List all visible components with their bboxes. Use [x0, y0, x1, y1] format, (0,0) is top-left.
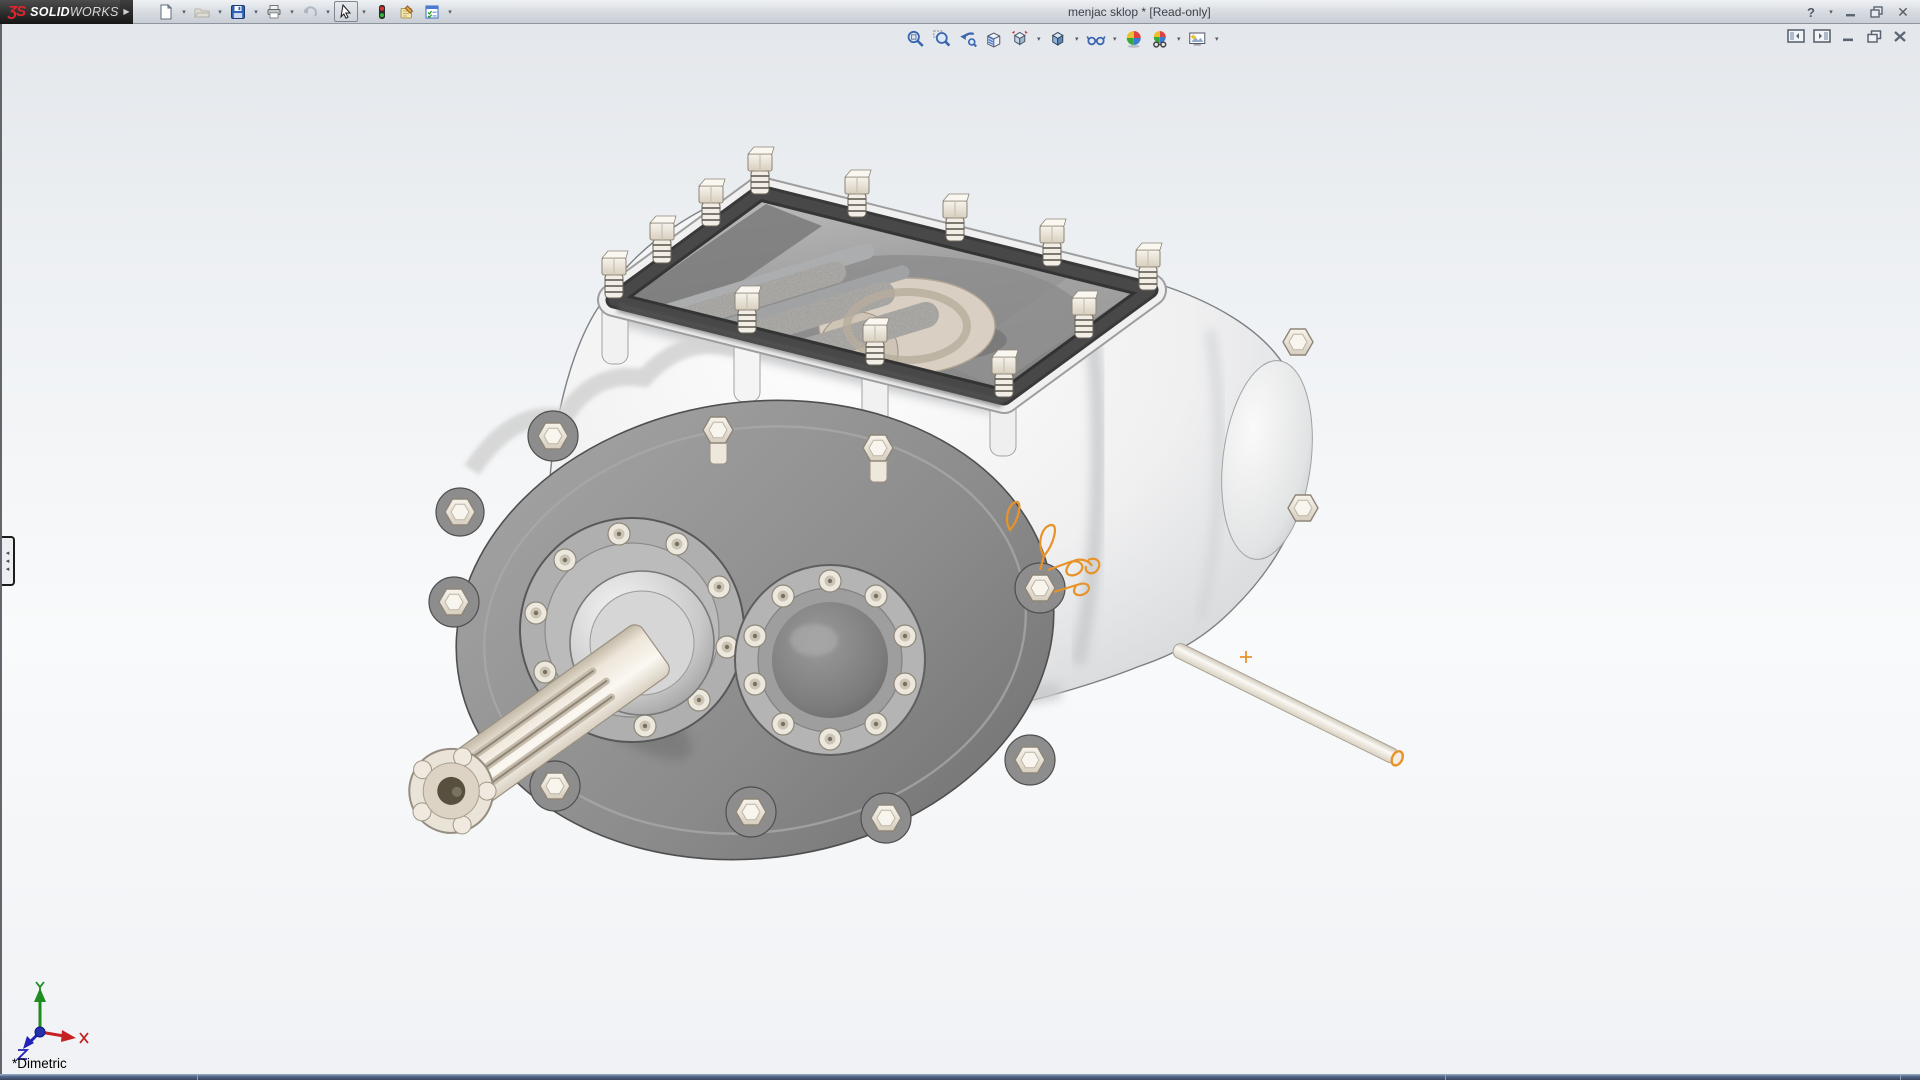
- window-title: menjac sklop * [Read-only]: [1068, 0, 1211, 24]
- status-separator: [1445, 1075, 1446, 1080]
- triad-x-label: [80, 1033, 88, 1043]
- zoom-to-fit-icon: [906, 29, 926, 49]
- brand-solid: SOLID: [30, 5, 70, 19]
- save-button[interactable]: [226, 1, 250, 22]
- edit-appearance-icon: [399, 4, 415, 20]
- status-separator: [1900, 1075, 1901, 1080]
- restore-button[interactable]: [1866, 3, 1888, 21]
- options-checklist-icon: [424, 4, 440, 20]
- close-icon: ✕: [1897, 4, 1909, 21]
- title-bar: ƷS SOLIDWORKS ▶ ▾ ▾ ▾ ▾ ▾ ▾ ▾ men: [0, 0, 1920, 24]
- hide-show-dropdown[interactable]: ▾: [1110, 35, 1120, 43]
- previous-view-icon: [958, 29, 978, 49]
- minimize-button[interactable]: [1840, 3, 1862, 21]
- help-icon: ?: [1807, 5, 1815, 20]
- status-separator: [197, 1075, 198, 1080]
- collapse-left-pane-button[interactable]: [1786, 28, 1806, 44]
- display-style-button[interactable]: [1046, 27, 1070, 51]
- view-orientation-dropdown[interactable]: ▾: [1034, 35, 1044, 43]
- collapse-arrow-icon: ◂: [6, 566, 10, 573]
- close-document-button[interactable]: [1890, 28, 1910, 44]
- view-settings-button[interactable]: [1148, 27, 1172, 51]
- minimize-document-icon: [1842, 30, 1855, 42]
- apply-scene-icon: [1124, 29, 1144, 49]
- new-document-icon: [158, 4, 174, 20]
- traffic-light-icon: [374, 4, 390, 20]
- zoom-to-area-button[interactable]: [930, 27, 954, 51]
- options-dropdown[interactable]: ▾: [445, 8, 455, 16]
- main-toolbar: ▾ ▾ ▾ ▾ ▾ ▾ ▾: [154, 1, 455, 22]
- print-dropdown[interactable]: ▾: [287, 8, 297, 16]
- restore-document-button[interactable]: [1864, 28, 1884, 44]
- sketch-point-marker[interactable]: [1240, 651, 1252, 663]
- select-cursor-icon: [338, 4, 354, 20]
- collapse-arrow-icon: ◂: [6, 558, 10, 565]
- apply-scene-button[interactable]: [1122, 27, 1146, 51]
- collapse-arrow-icon: ◂: [6, 550, 10, 557]
- output-bearing-cover[interactable]: [735, 565, 925, 755]
- zoom-to-fit-button[interactable]: [904, 27, 928, 51]
- view-orientation-label: *Dimetric: [12, 1056, 67, 1071]
- save-floppy-icon: [230, 4, 246, 20]
- window-controls: ? ▾ ✕: [1800, 0, 1914, 24]
- open-button[interactable]: [190, 1, 214, 22]
- new-document-button[interactable]: [154, 1, 178, 22]
- interference-check-button[interactable]: [370, 1, 394, 22]
- options-button[interactable]: [420, 1, 444, 22]
- help-dropdown[interactable]: ▾: [1826, 8, 1836, 16]
- open-dropdown[interactable]: ▾: [215, 8, 225, 16]
- graphics-area[interactable]: ▾ ▾ ▾ ▾ ▾: [0, 24, 1920, 1074]
- view-orientation-icon: [1010, 29, 1030, 49]
- hide-show-items-button[interactable]: [1084, 27, 1108, 51]
- minimize-icon: [1845, 6, 1857, 18]
- collapse-right-pane-button[interactable]: [1812, 28, 1832, 44]
- undo-dropdown[interactable]: ▾: [323, 8, 333, 16]
- menu-flyout-arrow[interactable]: ▶: [120, 0, 133, 24]
- document-window-controls: [1786, 28, 1910, 44]
- restore-document-icon: [1867, 30, 1882, 43]
- help-button[interactable]: ?: [1800, 3, 1822, 21]
- gearbox-assembly-model[interactable]: [2, 24, 1920, 1074]
- undo-icon: [302, 4, 318, 20]
- image-options-icon: [1188, 29, 1208, 49]
- status-bar: [0, 1074, 1920, 1080]
- save-dropdown[interactable]: ▾: [251, 8, 261, 16]
- close-button[interactable]: ✕: [1892, 3, 1914, 21]
- selector-rod[interactable]: [1171, 641, 1405, 767]
- close-document-icon: [1893, 30, 1907, 43]
- restore-icon: [1870, 6, 1884, 18]
- image-options-button[interactable]: [1186, 27, 1210, 51]
- undo-button[interactable]: [298, 1, 322, 22]
- new-dropdown[interactable]: ▾: [179, 8, 189, 16]
- feature-tree-splitter-tab[interactable]: ◂ ◂ ◂: [2, 536, 15, 586]
- collapse-right-pane-icon: [1813, 29, 1831, 43]
- section-view-icon: [984, 29, 1004, 49]
- collapse-left-pane-icon: [1787, 29, 1805, 43]
- hide-show-glasses-icon: [1086, 29, 1106, 49]
- minimize-document-button[interactable]: [1838, 28, 1858, 44]
- image-options-dropdown[interactable]: ▾: [1212, 35, 1222, 43]
- section-view-button[interactable]: [982, 27, 1006, 51]
- print-icon: [266, 4, 282, 20]
- display-style-dropdown[interactable]: ▾: [1072, 35, 1082, 43]
- solidworks-logo-mark: ƷS: [8, 3, 25, 20]
- brand-works: WORKS: [70, 5, 119, 19]
- select-tool-button[interactable]: [334, 1, 358, 22]
- edit-appearance-button[interactable]: [395, 1, 419, 22]
- select-dropdown[interactable]: ▾: [359, 8, 369, 16]
- print-button[interactable]: [262, 1, 286, 22]
- zoom-to-area-icon: [932, 29, 952, 49]
- view-settings-dropdown[interactable]: ▾: [1174, 35, 1184, 43]
- previous-view-button[interactable]: [956, 27, 980, 51]
- open-folder-icon: [194, 4, 210, 20]
- flyout-arrow-icon: ▶: [123, 7, 129, 16]
- view-settings-icon: [1150, 29, 1170, 49]
- display-style-icon: [1048, 29, 1068, 49]
- triad-y-label: [36, 982, 44, 992]
- solidworks-logo[interactable]: ƷS SOLIDWORKS ▶: [0, 0, 120, 24]
- reference-triad[interactable]: [18, 982, 88, 1059]
- view-orientation-button[interactable]: [1008, 27, 1032, 51]
- headsup-view-toolbar: ▾ ▾ ▾ ▾ ▾: [904, 27, 1222, 51]
